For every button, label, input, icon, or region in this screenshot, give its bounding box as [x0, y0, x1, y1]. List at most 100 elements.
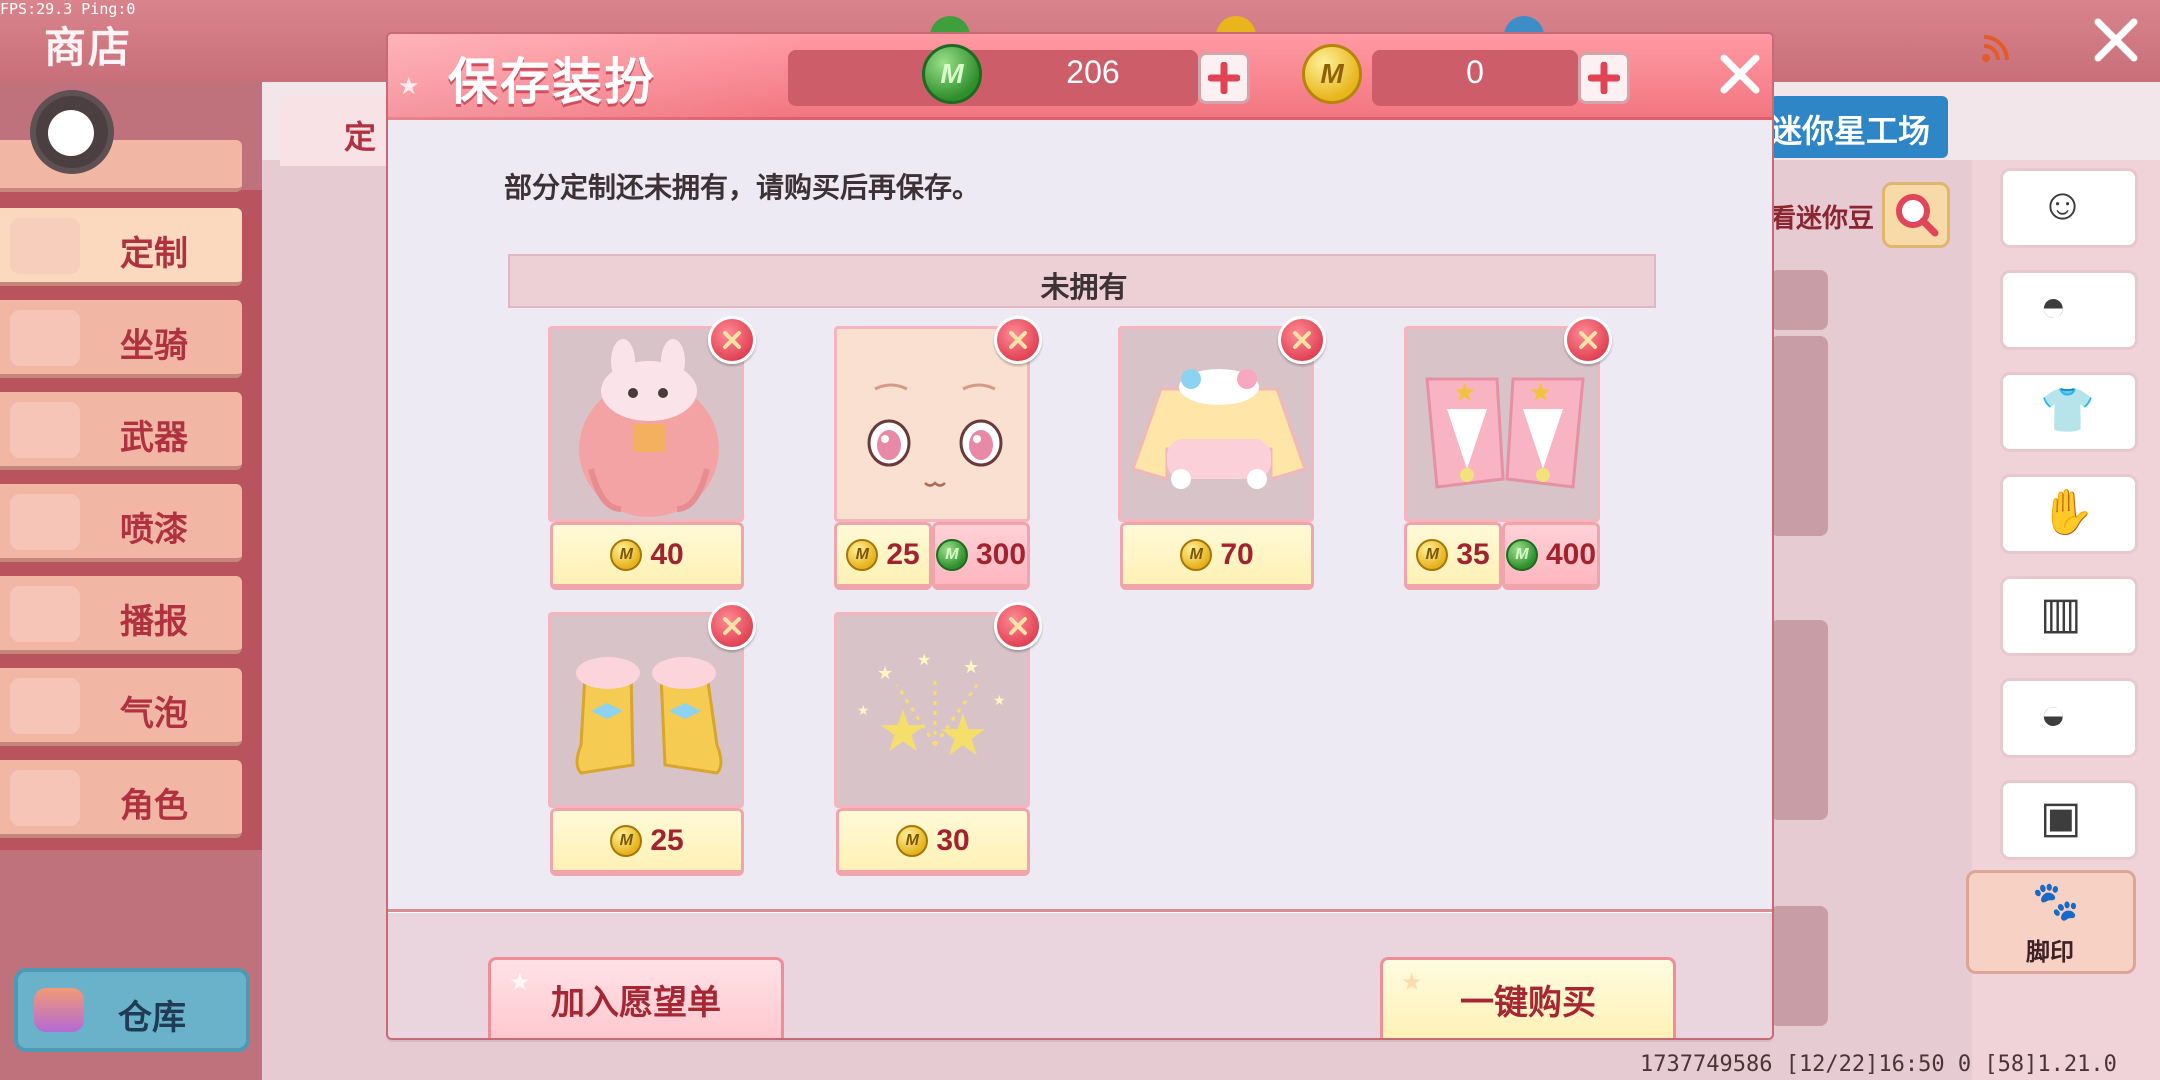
close-icon [1009, 617, 1027, 635]
view-beans-label: 看迷你豆 [1770, 203, 1875, 233]
remove-item-button[interactable] [994, 316, 1042, 364]
face-icon [837, 329, 1027, 519]
price-button[interactable]: M 25 [550, 808, 744, 876]
close-icon [723, 617, 741, 635]
svg-text:★: ★ [1453, 378, 1476, 408]
remove-item-button[interactable] [994, 602, 1042, 650]
buy-all-button[interactable]: ★ 一键购买 [1380, 957, 1676, 1038]
shoes-icon: ◒ [2040, 690, 2067, 739]
mask-icon: ◓ [2040, 282, 2067, 331]
wishlist-button-label: 加入愿望单 [551, 984, 721, 1022]
dialog-title: 保存装扮 [448, 54, 656, 110]
remove-item-button[interactable] [708, 316, 756, 364]
bubble-icon [10, 678, 80, 734]
gold-coin-icon: M [1416, 538, 1449, 571]
shop-title: 商店 [44, 24, 133, 71]
close-icon [1009, 331, 1027, 349]
shop-item-strip [1770, 336, 1828, 536]
slot-mask[interactable] [2000, 270, 2138, 350]
price-button-gold[interactable]: M 25 [834, 522, 932, 590]
category-label: 武器 [120, 419, 188, 457]
shop-close-icon[interactable] [2090, 14, 2142, 66]
price-button[interactable]: M 40 [550, 522, 744, 590]
fps-readout: FPS:29.3 Ping:0 [0, 0, 136, 18]
shop-item-strip [1770, 620, 1828, 820]
price-value: 400 [1545, 537, 1597, 571]
add-to-wishlist-button[interactable]: ★ 加入愿望单 [488, 957, 784, 1038]
svg-text:★: ★ [857, 703, 870, 719]
gold-coin-icon: M [896, 824, 929, 857]
dialog-close-button[interactable] [1714, 48, 1766, 100]
spray-icon [10, 494, 80, 550]
not-owned-section-header: 未拥有 [508, 254, 1656, 308]
mount-icon [10, 310, 80, 366]
paw-icon: 🐾 [2032, 881, 2080, 923]
svg-text:★: ★ [877, 663, 893, 684]
backpack-icon: ▣ [2040, 793, 2082, 842]
custom-icon [10, 218, 80, 274]
plus-icon [1208, 62, 1240, 94]
svg-text:★: ★ [917, 650, 931, 669]
add-gold-button[interactable] [1578, 52, 1630, 104]
effect-icon: ★ ★ ★ ★ ★ ★ ★ [857, 650, 1006, 769]
star-icon: ★ [398, 73, 420, 100]
gold-coin-icon: M [610, 824, 643, 857]
close-icon [1293, 331, 1311, 349]
price-button-gem[interactable]: M 400 [1502, 522, 1600, 590]
gem-icon: M [922, 44, 982, 104]
gem-icon: M [1505, 538, 1538, 571]
price-value: 300 [975, 537, 1027, 571]
character-icon [10, 770, 80, 826]
category-label: 喷漆 [120, 511, 188, 549]
tab-label: 定 [344, 119, 377, 155]
search-button[interactable] [1882, 182, 1950, 248]
price-button-gem[interactable]: M 300 [932, 522, 1030, 590]
search-icon [1896, 194, 1939, 237]
dialog-footer: ★ 加入愿望单 ★ 一键购买 [388, 913, 1772, 1038]
category-label: 坐骑 [120, 327, 188, 365]
price-button[interactable]: M 70 [1120, 522, 1314, 590]
weapon-icon [10, 402, 80, 458]
rss-icon[interactable] [1980, 34, 2010, 64]
svg-text:★: ★ [993, 693, 1006, 709]
glove-icon: ✋ [2040, 488, 2095, 537]
section-label: 未拥有 [1040, 272, 1128, 304]
top-icon [1131, 369, 1307, 489]
gem-icon: M [935, 538, 968, 571]
remove-item-button[interactable] [1564, 316, 1612, 364]
dialog-message: 部分定制还未拥有，请购买后再保存。 [504, 172, 981, 203]
gold-coin-icon: M [1180, 538, 1213, 571]
dialog-body: 部分定制还未拥有，请购买后再保存。 未拥有 M 40 M 25 M 300 M … [388, 120, 1772, 912]
svg-text:★: ★ [1529, 378, 1552, 408]
footprint-label: 脚印 [2026, 939, 2074, 966]
gem-balance-text: 206 [1066, 54, 1120, 90]
remove-item-button[interactable] [1278, 316, 1326, 364]
category-label: 定制 [120, 235, 188, 273]
price-value: 35 [1456, 537, 1490, 571]
slot-shoes[interactable] [2000, 678, 2138, 758]
remove-item-button[interactable] [708, 602, 756, 650]
close-icon [1720, 54, 1760, 94]
svg-text:★: ★ [937, 701, 989, 769]
price-button-gold[interactable]: M 35 [1404, 522, 1502, 590]
price-value: 30 [936, 823, 970, 857]
skirt-icon: ★ ★ [1425, 377, 1585, 489]
price-button[interactable]: M 30 [836, 808, 1030, 876]
warehouse-icon [34, 988, 84, 1032]
gold-balance: 0 [1466, 54, 1484, 90]
price-value: 40 [650, 537, 684, 571]
tab-custom[interactable] [280, 96, 400, 166]
save-outfit-dialog: ★ 保存装扮 M 206 206 M 0 部分定制还未拥有，请购买后再保存。 [386, 32, 1774, 1040]
warehouse-label: 仓库 [118, 999, 186, 1037]
pants-icon: ▥ [2040, 589, 2082, 638]
price-value: 25 [886, 537, 920, 571]
studio-label: 迷你星工场 [1770, 113, 1931, 149]
category-label: 播报 [120, 603, 188, 641]
close-icon [1579, 331, 1597, 349]
close-icon [723, 331, 741, 349]
face-icon: ☺ [2040, 180, 2085, 229]
add-gem-button[interactable] [1198, 52, 1250, 104]
svg-text:★: ★ [963, 657, 979, 678]
joystick-knob[interactable] [48, 110, 94, 156]
buy-all-button-label: 一键购买 [1460, 984, 1596, 1022]
